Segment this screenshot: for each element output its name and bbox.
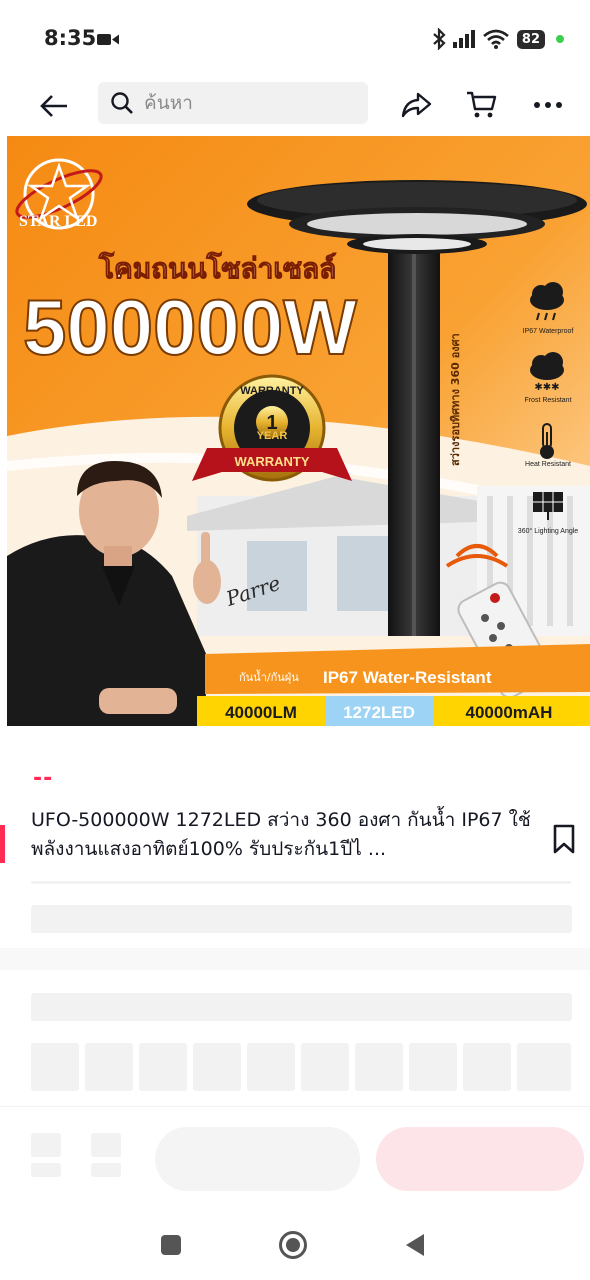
chat-icon-skeleton[interactable] bbox=[91, 1133, 121, 1157]
search-placeholder: ค้นหา bbox=[144, 92, 193, 114]
status-icons: 82 bbox=[432, 27, 564, 51]
headline-thai: โคมถนนโซล่าเซลล์ bbox=[98, 251, 336, 285]
search-icon bbox=[111, 92, 133, 114]
water-label-thai: กันน้ำ/กันฝุ่น bbox=[239, 669, 299, 684]
home-button[interactable] bbox=[276, 1228, 310, 1262]
home-icon bbox=[279, 1231, 307, 1259]
svg-text:✱✱✱: ✱✱✱ bbox=[534, 382, 559, 393]
skeleton-thumb bbox=[193, 1043, 241, 1091]
bluetooth-icon bbox=[433, 28, 446, 50]
skeleton-thumb bbox=[517, 1043, 571, 1091]
status-time: 8:35 bbox=[44, 26, 97, 50]
price-placeholder: -- bbox=[33, 766, 54, 791]
spec-led: 1272LED bbox=[343, 703, 415, 722]
skeleton-thumb bbox=[355, 1043, 403, 1091]
more-icon bbox=[534, 102, 562, 108]
feature-label-waterproof: IP67 Waterproof bbox=[523, 328, 574, 335]
buy-now-button[interactable] bbox=[376, 1127, 584, 1191]
skeleton-thumb bbox=[463, 1043, 511, 1091]
share-button[interactable] bbox=[398, 87, 434, 123]
skeleton-bar bbox=[31, 993, 572, 1021]
water-resistant-label: IP67 Water-Resistant bbox=[323, 668, 492, 687]
product-title[interactable]: UFO-500000W 1272LED สว่าง 360 องศา กันน้… bbox=[31, 806, 531, 864]
back-button[interactable] bbox=[36, 88, 72, 124]
vertical-angle-text: สว่างรอบทิศทาง 360 องศา bbox=[449, 333, 462, 466]
warranty-year-label: YEAR bbox=[257, 430, 288, 442]
skeleton-line bbox=[31, 881, 571, 884]
feature-label-frost: Frost Resistant bbox=[524, 397, 571, 404]
back-triangle-icon bbox=[406, 1234, 424, 1256]
section-divider bbox=[0, 948, 590, 970]
skeleton-thumb bbox=[85, 1043, 133, 1091]
title-indicator-bar bbox=[0, 825, 5, 863]
skeleton-thumb bbox=[409, 1043, 457, 1091]
bottom-action-bar bbox=[0, 1106, 590, 1210]
add-to-cart-button[interactable] bbox=[155, 1127, 360, 1191]
recents-icon bbox=[161, 1235, 181, 1255]
search-input[interactable]: ค้นหา bbox=[98, 82, 368, 124]
shop-icon-skeleton[interactable] bbox=[31, 1133, 61, 1157]
bookmark-icon[interactable] bbox=[550, 823, 578, 855]
chat-label-skeleton bbox=[91, 1163, 121, 1177]
more-button[interactable] bbox=[530, 87, 566, 123]
recents-button[interactable] bbox=[154, 1228, 188, 1262]
skeleton-thumb bbox=[139, 1043, 187, 1091]
cart-icon bbox=[467, 91, 497, 118]
system-navigation-bar bbox=[0, 1210, 590, 1280]
product-image[interactable]: STAR LED โคมถนนโซล่าเซลล์ 500000W WARRAN… bbox=[7, 136, 590, 726]
brand-name: STAR LED bbox=[19, 213, 97, 230]
shop-label-skeleton bbox=[31, 1163, 61, 1177]
video-camera-icon bbox=[97, 34, 119, 45]
skeleton-bar bbox=[31, 905, 572, 933]
feature-label-angle: 360° Lighting Angle bbox=[518, 527, 579, 535]
skeleton-thumb bbox=[301, 1043, 349, 1091]
cart-button[interactable] bbox=[464, 87, 500, 123]
skeleton-thumb bbox=[31, 1043, 79, 1091]
signal-icon bbox=[452, 30, 475, 48]
spec-battery: 40000mAH bbox=[466, 703, 553, 722]
privacy-indicator-dot bbox=[556, 35, 564, 43]
skeleton-thumb bbox=[247, 1043, 295, 1091]
back-arrow-icon bbox=[40, 95, 67, 117]
share-icon bbox=[401, 92, 432, 118]
battery-icon: 82 bbox=[516, 29, 545, 49]
feature-label-heat: Heat Resistant bbox=[525, 461, 571, 468]
spec-lumen: 40000LM bbox=[225, 703, 297, 722]
back-nav-button[interactable] bbox=[398, 1228, 432, 1262]
top-nav: ค้นหา bbox=[0, 78, 590, 134]
snow-cloud-icon: ✱✱✱ bbox=[530, 352, 564, 393]
headline-power: 500000W bbox=[23, 283, 357, 371]
wifi-icon bbox=[483, 29, 509, 49]
warranty-ribbon-label: WARRANTY bbox=[234, 454, 309, 469]
warranty-top-label: WARRANTY bbox=[240, 385, 304, 397]
status-bar: 8:35 82 bbox=[0, 0, 590, 78]
